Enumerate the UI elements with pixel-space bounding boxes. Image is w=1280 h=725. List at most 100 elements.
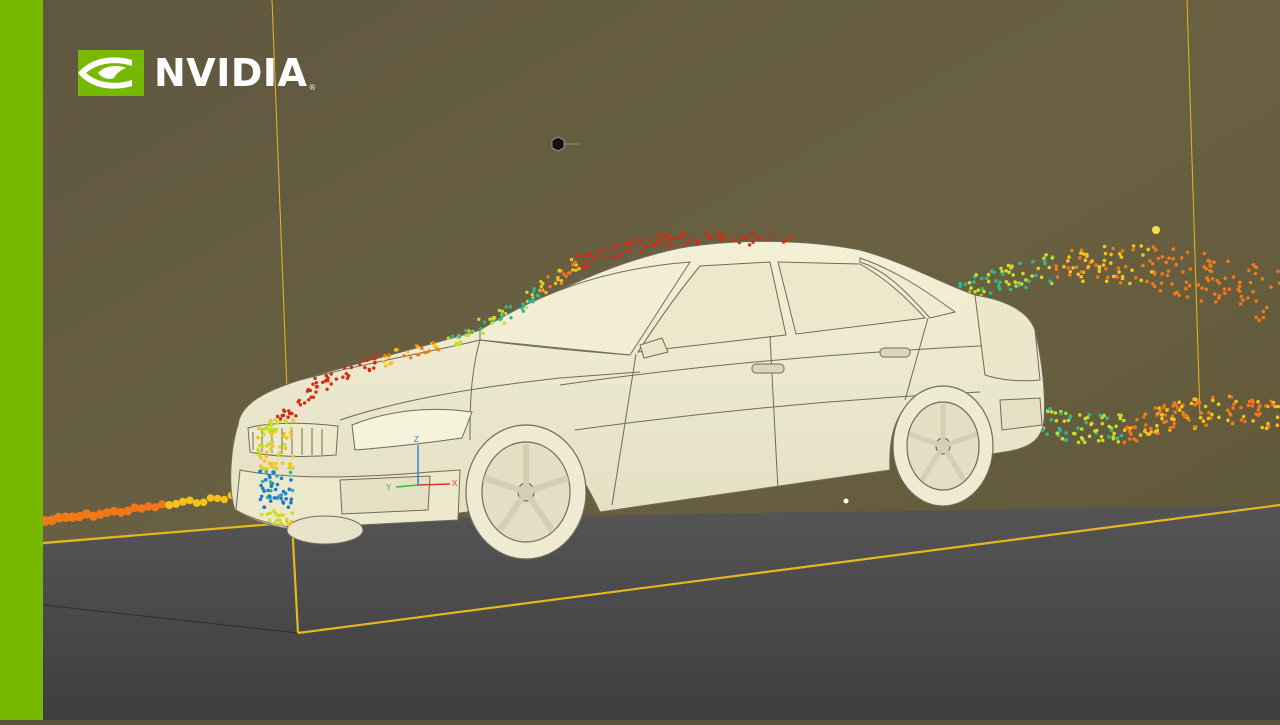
particle (1135, 417, 1139, 422)
particle (1123, 264, 1128, 269)
particle (973, 290, 977, 294)
particle (1208, 269, 1212, 273)
particle (1166, 269, 1171, 273)
scene-canvas[interactable]: Z X Y (0, 0, 1280, 720)
particle (544, 290, 548, 295)
particle (1024, 285, 1028, 290)
particle (262, 505, 267, 510)
particle (601, 248, 605, 252)
gizmo-x-label: X (452, 479, 458, 488)
particle (268, 511, 273, 516)
particle (1104, 279, 1109, 284)
particle (1260, 425, 1264, 430)
particle (264, 478, 268, 482)
particle (986, 279, 991, 284)
particle (1115, 275, 1120, 279)
logo-wordmark: NVIDIA (154, 51, 308, 95)
particle (574, 268, 578, 272)
particle (974, 273, 978, 277)
particle (1109, 428, 1114, 433)
particle (1060, 436, 1065, 441)
rear-bumper (999, 397, 1043, 431)
particle (289, 426, 294, 431)
particle (281, 513, 285, 517)
particle (1228, 413, 1233, 417)
particle (1210, 277, 1215, 281)
particle (1165, 408, 1169, 412)
particle (1006, 263, 1011, 268)
particle (1247, 268, 1251, 273)
particle (1161, 405, 1166, 410)
particle (976, 288, 981, 293)
particle (1194, 402, 1199, 406)
marker-white[interactable] (843, 498, 849, 504)
particle (1087, 413, 1092, 417)
particle (1261, 315, 1266, 320)
particle (1184, 413, 1189, 418)
particle (1057, 426, 1062, 431)
particle (623, 242, 627, 246)
particle (1010, 264, 1014, 269)
particle (1122, 440, 1127, 445)
particle (165, 501, 174, 510)
particle (1156, 256, 1161, 261)
particle (1141, 263, 1145, 268)
particle (1204, 267, 1209, 271)
particle (1175, 405, 1180, 410)
particle (1184, 280, 1189, 285)
particle (1027, 279, 1031, 284)
particle (1217, 415, 1221, 420)
particle (1152, 284, 1157, 289)
particle (1275, 423, 1280, 428)
particle (530, 293, 534, 297)
particle (490, 321, 494, 325)
particle (346, 374, 351, 378)
particle (268, 499, 273, 503)
particle (1248, 280, 1253, 285)
particle (972, 280, 976, 284)
particle (743, 236, 748, 241)
particle (1189, 401, 1194, 406)
particle (1159, 413, 1164, 417)
particle (294, 414, 298, 418)
particle (1117, 252, 1122, 256)
particle (616, 244, 620, 248)
particle (457, 334, 462, 339)
particle (1192, 425, 1197, 429)
3d-viewport[interactable]: Z X Y (0, 0, 1280, 720)
particle (1149, 270, 1154, 274)
particle (1077, 413, 1082, 417)
particle (1131, 248, 1135, 252)
particle (1090, 259, 1094, 263)
particle (367, 367, 371, 371)
particle (488, 317, 492, 321)
particle (268, 430, 272, 434)
door-handle-rear (879, 347, 911, 358)
particle (1217, 296, 1221, 301)
particle (342, 366, 347, 370)
wheel-rear (892, 385, 994, 507)
particle (1117, 413, 1121, 417)
particle (1207, 259, 1212, 264)
particle (1158, 288, 1163, 293)
particle (272, 470, 276, 475)
particle (273, 487, 278, 492)
particle (1238, 302, 1243, 306)
particle (1034, 273, 1038, 278)
particle (1111, 274, 1116, 279)
registered-mark: ® (309, 83, 316, 92)
particle (420, 346, 424, 351)
particle (1066, 266, 1070, 270)
particle (578, 254, 583, 258)
particle (1256, 408, 1261, 412)
particle (264, 444, 269, 448)
marker-yellow[interactable] (1152, 226, 1160, 234)
particle (585, 254, 590, 258)
particle (1151, 261, 1155, 266)
particle (372, 366, 376, 370)
particle (1204, 287, 1209, 292)
particle (645, 245, 650, 249)
gizmo-y-label: Y (386, 483, 392, 492)
particle (722, 233, 726, 237)
particle (307, 398, 311, 402)
